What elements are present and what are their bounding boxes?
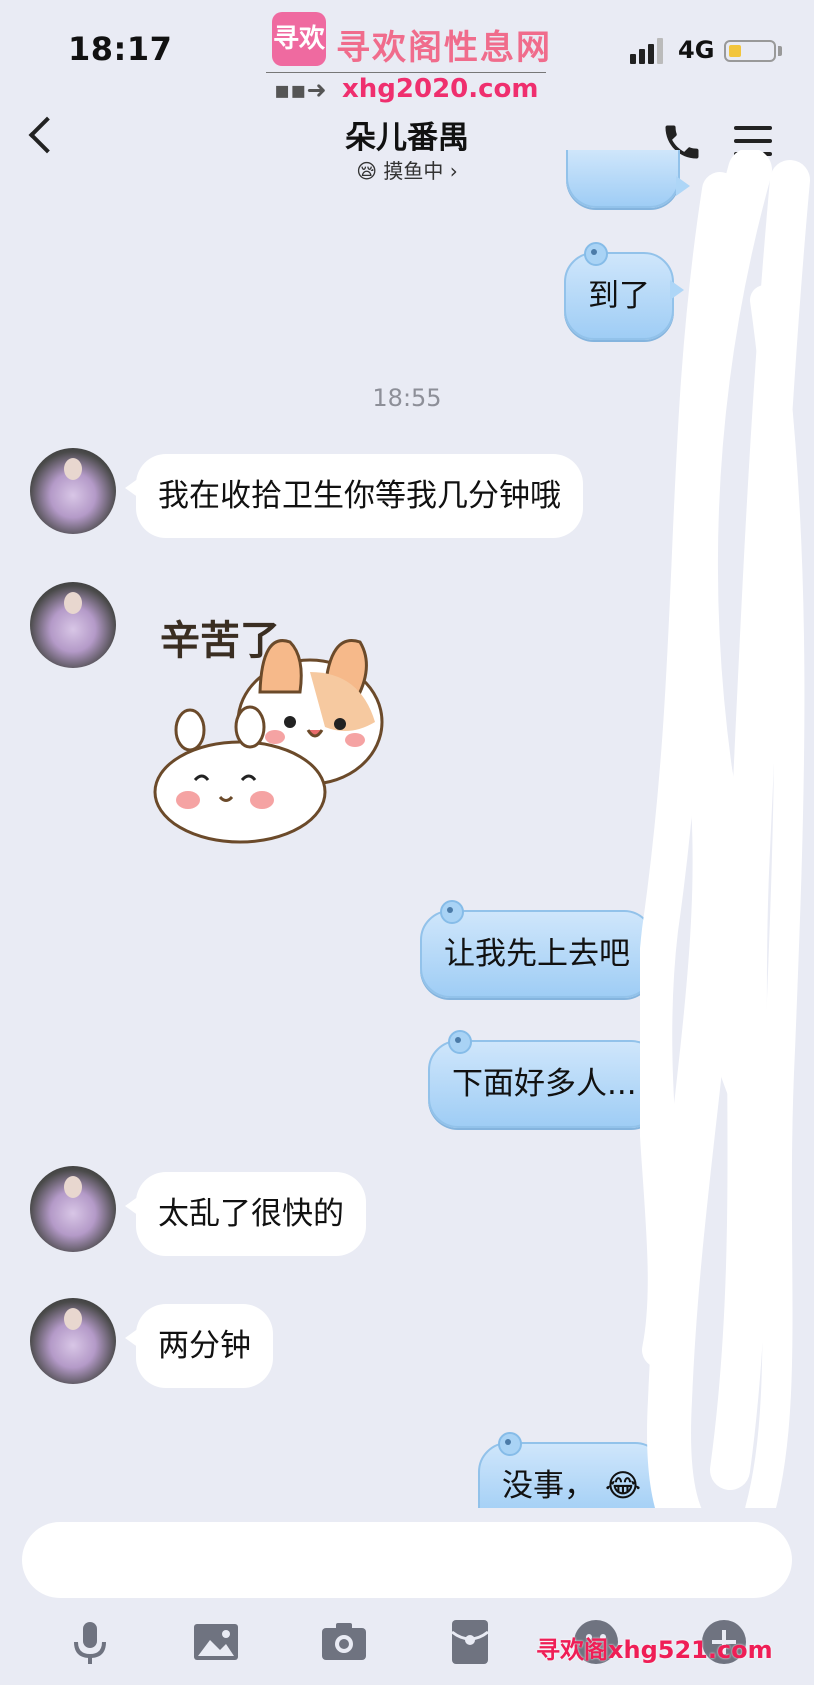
avatar[interactable] bbox=[30, 1298, 116, 1384]
message-text: 让我先上去吧 bbox=[444, 936, 630, 972]
status-emoji-icon: 😪 bbox=[356, 159, 378, 183]
message-bubble-outgoing[interactable]: 让我先上去吧 bbox=[420, 900, 664, 998]
message-bubble-incoming[interactable]: 两分钟 bbox=[125, 1304, 273, 1388]
message-text: 太乱了很快的 bbox=[158, 1196, 344, 1232]
message-text: 没事， bbox=[502, 1468, 595, 1504]
avatar[interactable] bbox=[30, 582, 116, 668]
sticker-image[interactable] bbox=[150, 612, 400, 852]
message-bubble-outgoing[interactable]: 下面好多人... bbox=[428, 1030, 671, 1128]
watermark-arrow-icon: ▪▪➜ bbox=[274, 76, 327, 104]
message-bubble-incoming[interactable]: 太乱了很快的 bbox=[125, 1172, 366, 1256]
microphone-icon[interactable] bbox=[66, 1618, 114, 1666]
network-type: 4G bbox=[678, 36, 715, 64]
status-text: 摸鱼中 bbox=[383, 159, 444, 183]
battery-tip bbox=[778, 46, 782, 56]
message-text: 我在收拾卫生你等我几分钟哦 bbox=[158, 478, 561, 514]
camera-icon[interactable] bbox=[320, 1618, 368, 1666]
message-input[interactable] bbox=[22, 1522, 792, 1598]
laughing-emoji-icon: 😂 bbox=[604, 1468, 642, 1504]
avatar[interactable] bbox=[30, 1166, 116, 1252]
image-icon[interactable] bbox=[192, 1618, 240, 1666]
battery-icon bbox=[724, 40, 776, 62]
message-text: 下面好多人... bbox=[452, 1066, 637, 1102]
watermark-url: xhg2020.com bbox=[342, 74, 539, 104]
watermark-bottom: 寻欢阁xhg521.com bbox=[536, 1636, 773, 1664]
watermark-logo: 寻欢 bbox=[272, 12, 326, 66]
message-text: 两分钟 bbox=[158, 1328, 251, 1364]
chevron-right-icon: › bbox=[449, 159, 458, 183]
watermark-title: 寻欢阁性息网 bbox=[336, 28, 552, 68]
message-bubble-incoming[interactable]: 我在收拾卫生你等我几分钟哦 bbox=[125, 454, 583, 538]
signal-icon bbox=[630, 38, 663, 64]
redaction-scribble bbox=[640, 150, 810, 1550]
status-time: 18:17 bbox=[68, 30, 173, 68]
watermark-divider bbox=[266, 72, 546, 73]
red-packet-icon[interactable] bbox=[446, 1618, 494, 1666]
avatar[interactable] bbox=[30, 448, 116, 534]
